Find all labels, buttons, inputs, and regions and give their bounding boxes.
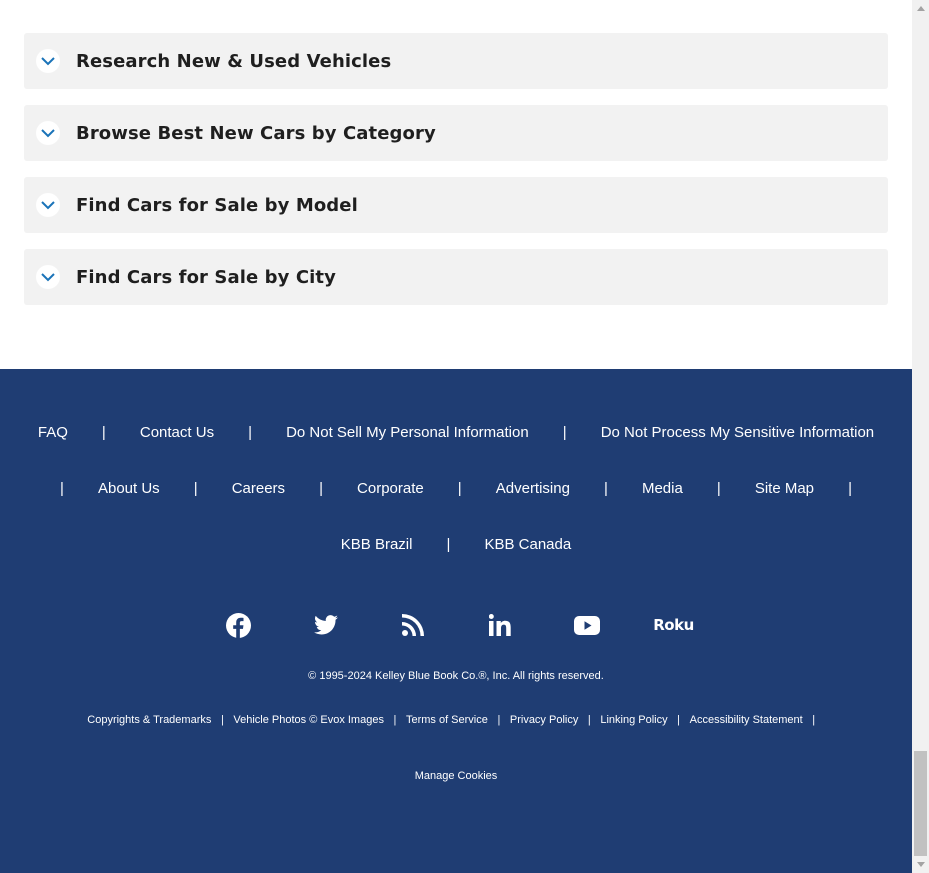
accordion-label: Browse Best New Cars by Category [76, 122, 436, 144]
legal-link-terms[interactable]: Terms of Service [406, 714, 488, 726]
social-links: Roku [0, 609, 912, 641]
legal-link-accessibility[interactable]: Accessibility Statement [690, 714, 803, 726]
separator: | [848, 480, 852, 497]
separator: | [812, 714, 816, 726]
footer-links-row-1: FAQ | Contact Us | Do Not Sell My Person… [0, 424, 912, 441]
separator: | [457, 480, 462, 497]
footer-link-kbb-brazil[interactable]: KBB Brazil [341, 536, 413, 553]
scroll-up-icon[interactable] [912, 0, 929, 17]
chevron-down-icon [36, 49, 60, 73]
accordion-research-vehicles[interactable]: Research New & Used Vehicles [24, 33, 888, 89]
twitter-icon[interactable] [282, 609, 369, 641]
link-accordion: Research New & Used Vehicles Browse Best… [24, 33, 888, 321]
separator: | [587, 714, 591, 726]
separator: | [248, 424, 253, 441]
roku-wordmark: Roku [653, 616, 694, 634]
separator: | [101, 424, 106, 441]
chevron-down-icon [36, 193, 60, 217]
footer-link-do-not-sell[interactable]: Do Not Sell My Personal Information [286, 424, 529, 441]
legal-link-linking[interactable]: Linking Policy [600, 714, 667, 726]
footer-link-careers[interactable]: Careers [232, 480, 285, 497]
manage-cookies-row: Manage Cookies [0, 770, 912, 782]
separator: | [604, 480, 608, 497]
youtube-icon[interactable] [543, 609, 630, 641]
footer-link-corporate[interactable]: Corporate [357, 480, 424, 497]
scrollbar-thumb[interactable] [914, 751, 927, 856]
separator: | [220, 714, 224, 726]
accordion-best-new-cars[interactable]: Browse Best New Cars by Category [24, 105, 888, 161]
page: Research New & Used Vehicles Browse Best… [0, 0, 912, 873]
accordion-label: Research New & Used Vehicles [76, 50, 392, 72]
separator: | [497, 714, 501, 726]
chevron-down-icon [36, 121, 60, 145]
site-footer: FAQ | Contact Us | Do Not Sell My Person… [0, 369, 912, 873]
scroll-down-icon[interactable] [912, 856, 929, 873]
copyright-text: © 1995-2024 Kelley Blue Book Co.®, Inc. … [308, 670, 604, 682]
rss-icon[interactable] [369, 609, 456, 641]
footer-link-advertising[interactable]: Advertising [496, 480, 570, 497]
separator: | [393, 714, 397, 726]
footer-links-row-2: | About Us | Careers | Corporate | Adver… [0, 480, 912, 497]
separator: | [319, 480, 323, 497]
separator: | [716, 480, 721, 497]
separator: | [446, 536, 451, 553]
separator: | [193, 480, 198, 497]
legal-link-vehicle-photos[interactable]: Vehicle Photos © Evox Images [233, 714, 384, 726]
separator: | [677, 714, 681, 726]
legal-link-copyrights[interactable]: Copyrights & Trademarks [87, 714, 211, 726]
roku-icon[interactable]: Roku [630, 609, 717, 641]
manage-cookies-link[interactable]: Manage Cookies [415, 770, 498, 782]
footer-link-faq[interactable]: FAQ [38, 424, 68, 441]
footer-link-site-map[interactable]: Site Map [755, 480, 814, 497]
footer-link-about-us[interactable]: About Us [98, 480, 160, 497]
separator: | [562, 424, 567, 441]
separator: | [60, 480, 64, 497]
facebook-icon[interactable] [195, 609, 282, 641]
chevron-down-icon [36, 265, 60, 289]
accordion-label: Find Cars for Sale by Model [76, 194, 358, 216]
footer-link-do-not-process[interactable]: Do Not Process My Sensitive Information [601, 424, 874, 441]
footer-link-media[interactable]: Media [642, 480, 683, 497]
footer-links-row-3: KBB Brazil | KBB Canada [0, 536, 912, 553]
accordion-cars-by-city[interactable]: Find Cars for Sale by City [24, 249, 888, 305]
legal-link-privacy[interactable]: Privacy Policy [510, 714, 578, 726]
footer-link-kbb-canada[interactable]: KBB Canada [484, 536, 571, 553]
accordion-label: Find Cars for Sale by City [76, 266, 336, 288]
footer-link-contact-us[interactable]: Contact Us [140, 424, 214, 441]
legal-links: Copyrights & Trademarks | Vehicle Photos… [0, 714, 912, 726]
vertical-scrollbar[interactable] [912, 0, 929, 873]
linkedin-icon[interactable] [456, 609, 543, 641]
accordion-cars-by-model[interactable]: Find Cars for Sale by Model [24, 177, 888, 233]
